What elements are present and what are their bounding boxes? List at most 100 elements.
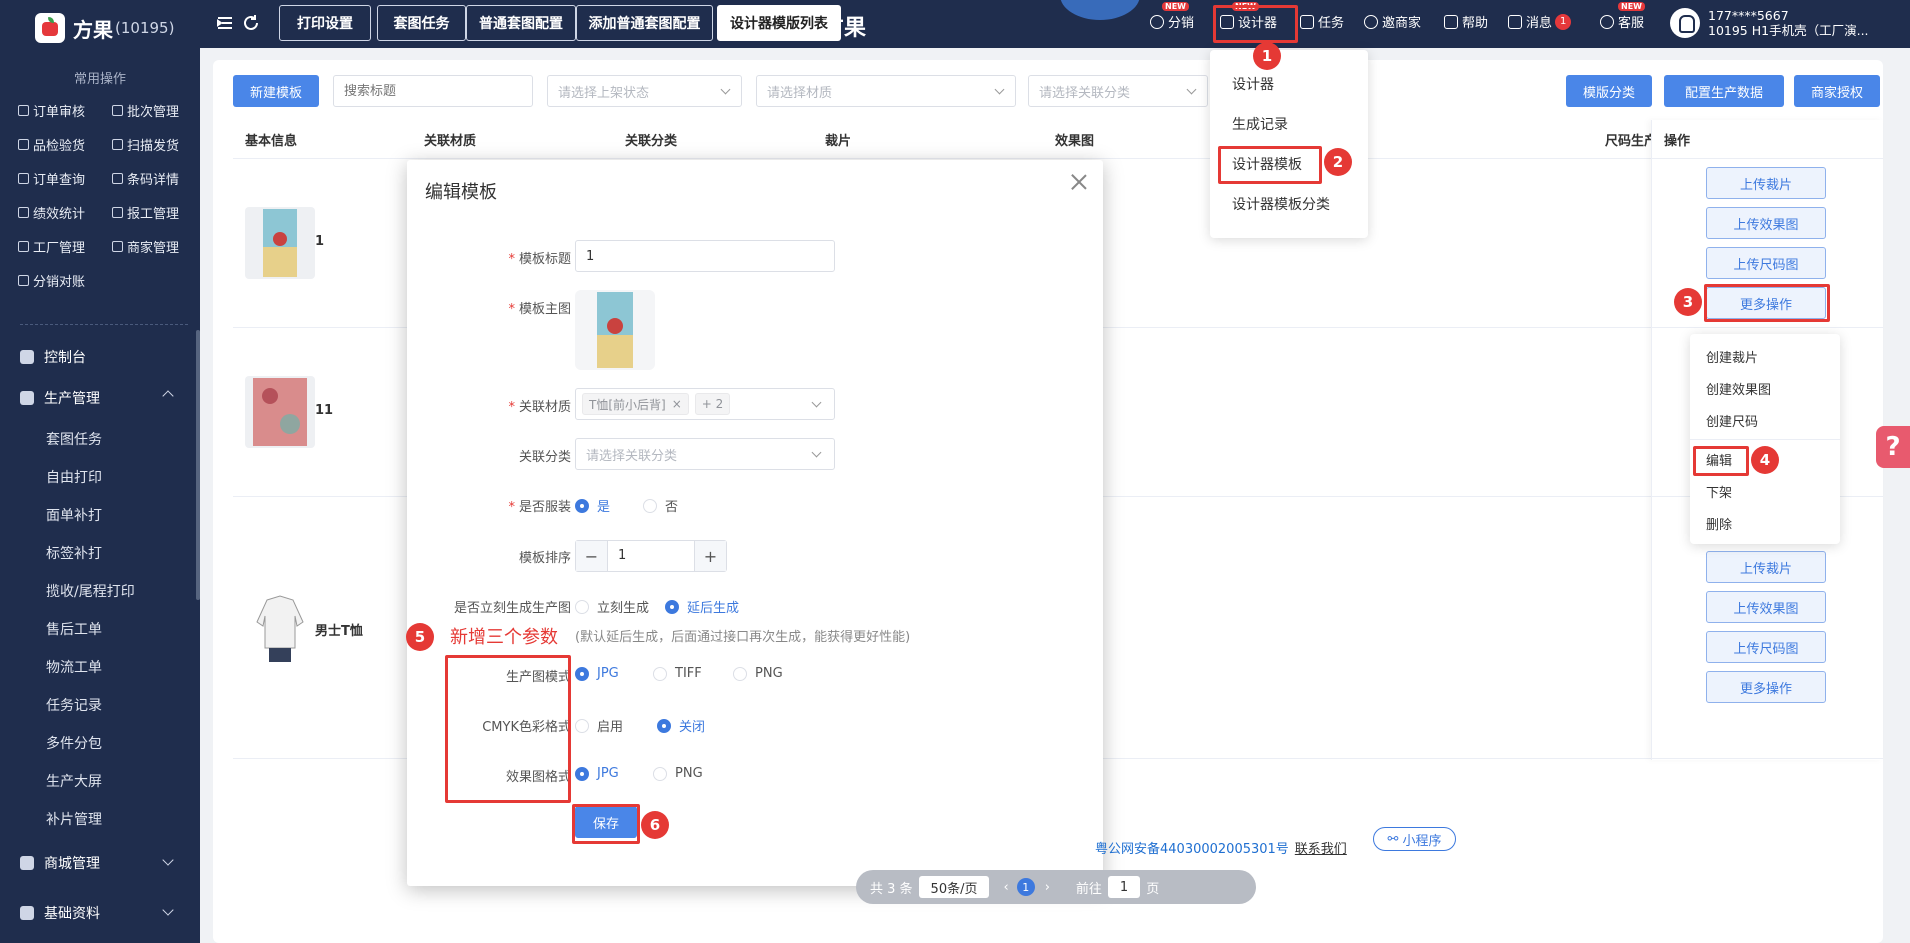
tab-mockup-config[interactable]: 普通套图配置 (466, 5, 576, 41)
radio-gen-later[interactable]: 延后生成 (665, 597, 739, 616)
quick-merchant[interactable]: 商家管理 (112, 236, 198, 256)
quick-barcode[interactable]: 条码详情 (112, 168, 198, 188)
tab-add-mockup-config[interactable]: 添加普通套图配置 (576, 5, 713, 41)
template-category-button[interactable]: 模版分类 (1566, 75, 1652, 107)
nav-messages[interactable]: 消息 1 (1508, 12, 1572, 31)
tab-print-settings[interactable]: 打印设置 (279, 5, 371, 41)
contact-link[interactable]: 联系我们 (1295, 842, 1347, 857)
current-page[interactable]: 1 (1016, 878, 1035, 896)
nav-invite[interactable]: 邀商家 (1364, 12, 1421, 31)
radio-gen-now[interactable]: 立刻生成 (575, 597, 649, 616)
mini-program-button[interactable]: ⚯ 小程序 (1373, 827, 1456, 851)
close-icon[interactable]: × (672, 397, 682, 411)
menu-base[interactable]: 基础资料 (0, 888, 200, 938)
brand-logo[interactable]: 方果 (10195) (35, 12, 174, 44)
menu-item-1[interactable]: 自由打印 (0, 458, 200, 496)
radio-prod-tiff[interactable]: TIFF (653, 666, 702, 681)
tab-mockup-task[interactable]: 套图任务 (377, 5, 466, 41)
refresh-icon[interactable] (242, 14, 260, 32)
quick-order-query[interactable]: 订单查询 (18, 168, 112, 188)
upload-effect-button[interactable]: 上传效果图 (1706, 207, 1826, 239)
quick-scan-ship[interactable]: 扫描发货 (112, 134, 198, 154)
menu-fold-icon[interactable] (216, 14, 234, 32)
material-tag[interactable]: T恤[前小后背] × (582, 393, 689, 415)
upload-cut-button[interactable]: 上传裁片 (1706, 551, 1826, 583)
menu-item-10[interactable]: 补片管理 (0, 800, 200, 838)
next-page-icon[interactable]: › (1045, 880, 1050, 895)
menu-item-6[interactable]: 物流工单 (0, 648, 200, 686)
upload-cut-button[interactable]: 上传裁片 (1706, 167, 1826, 199)
merchant-auth-button[interactable]: 商家授权 (1794, 75, 1880, 107)
menu-item-7[interactable]: 任务记录 (0, 686, 200, 724)
nav-help[interactable]: 帮助 (1444, 12, 1488, 31)
dd-delete[interactable]: 删除 (1690, 507, 1840, 539)
status-select[interactable]: 请选择上架状态 (547, 75, 742, 107)
category-select[interactable]: 请选择关联分类 (1028, 75, 1208, 107)
new-template-button[interactable]: 新建模板 (233, 75, 319, 107)
dd-create-size[interactable]: 创建尺码 (1690, 404, 1840, 436)
radio-prod-png[interactable]: PNG (733, 666, 783, 681)
menu-item-2[interactable]: 面单补打 (0, 496, 200, 534)
label-text: 关联材质 (518, 400, 571, 415)
upload-size-button[interactable]: 上传尺码图 (1706, 247, 1826, 279)
radio-clothing-yes[interactable]: 是 (575, 496, 610, 515)
quick-report-work[interactable]: 报工管理 (112, 202, 198, 222)
minus-button[interactable]: − (576, 541, 608, 571)
sort-stepper[interactable]: − 1 + (575, 540, 727, 572)
menu-production[interactable]: 生产管理 (0, 376, 200, 420)
dd-template-categories[interactable]: 设计器模板分类 (1210, 184, 1368, 224)
nav-task[interactable]: 任务 (1300, 12, 1344, 31)
quick-order-review[interactable]: 订单审核 (18, 100, 112, 120)
row-name: 男士T恤 (315, 624, 363, 639)
dd-create-effect[interactable]: 创建效果图 (1690, 372, 1840, 404)
plus-button[interactable]: + (694, 541, 726, 571)
quick-label: 品检验货 (33, 138, 86, 154)
menu-item-9[interactable]: 生产大屏 (0, 762, 200, 800)
upload-effect-button[interactable]: 上传效果图 (1706, 591, 1826, 623)
material-select[interactable]: 请选择材质 (756, 75, 1016, 107)
menu-dashboard[interactable]: 控制台 (0, 338, 200, 376)
dd-designer[interactable]: 设计器 (1210, 64, 1368, 104)
more-actions-button[interactable]: 更多操作 (1706, 671, 1826, 703)
main-image-upload[interactable] (575, 290, 655, 370)
dd-generate-records[interactable]: 生成记录 (1210, 104, 1368, 144)
user-menu[interactable]: 177****5667 10195 H1手机壳（工厂演... (1670, 8, 1869, 38)
radio-prod-jpg[interactable]: JPG (575, 666, 619, 681)
radio-effect-jpg[interactable]: JPG (575, 766, 619, 781)
config-production-button[interactable]: 配置生产数据 (1664, 75, 1784, 107)
page-size-select[interactable]: 50条/页 (918, 876, 990, 898)
dd-create-cut[interactable]: 创建裁片 (1690, 340, 1840, 372)
icp-text: 粤公网安备44030002005301号 (1095, 842, 1289, 857)
menu-item-8[interactable]: 多件分包 (0, 724, 200, 762)
help-float-button[interactable]: ? (1876, 426, 1910, 468)
nav-distribution[interactable]: 分销 (1150, 12, 1194, 31)
material-multiselect[interactable]: T恤[前小后背] × + 2 (575, 388, 835, 420)
quick-performance[interactable]: 绩效统计 (18, 202, 112, 222)
quick-distribution[interactable]: 分销对账 (18, 270, 112, 290)
radio-effect-png[interactable]: PNG (653, 766, 703, 781)
goto-input[interactable]: 1 (1107, 876, 1141, 898)
sort-value[interactable]: 1 (618, 548, 626, 563)
dd-unlist[interactable]: 下架 (1690, 475, 1840, 507)
title-input[interactable]: 1 (575, 240, 835, 272)
radio-cmyk-on[interactable]: 启用 (575, 716, 623, 735)
category-select[interactable]: 请选择关联分类 (575, 438, 835, 470)
quick-factory[interactable]: 工厂管理 (18, 236, 112, 256)
quick-inspection[interactable]: 品检验货 (18, 134, 112, 154)
nav-service[interactable]: 客服 (1600, 12, 1644, 31)
menu-mall[interactable]: 商城管理 (0, 838, 200, 888)
upload-size-button[interactable]: 上传尺码图 (1706, 631, 1826, 663)
quick-batch[interactable]: 批次管理 (112, 100, 198, 120)
radio-cmyk-off[interactable]: 关闭 (657, 716, 705, 735)
menu-item-0[interactable]: 套图任务 (0, 420, 200, 458)
menu-item-4[interactable]: 揽收/尾程打印 (0, 572, 200, 610)
row-thumbnail[interactable] (245, 207, 315, 279)
close-icon[interactable] (1069, 172, 1089, 192)
menu-item-5[interactable]: 售后工单 (0, 610, 200, 648)
prev-page-icon[interactable]: ‹ (1003, 880, 1008, 895)
row-thumbnail[interactable] (245, 376, 315, 448)
radio-clothing-no[interactable]: 否 (643, 496, 678, 515)
search-input[interactable] (333, 75, 533, 107)
menu-item-3[interactable]: 标签补打 (0, 534, 200, 572)
row-thumbnail[interactable] (245, 592, 315, 664)
